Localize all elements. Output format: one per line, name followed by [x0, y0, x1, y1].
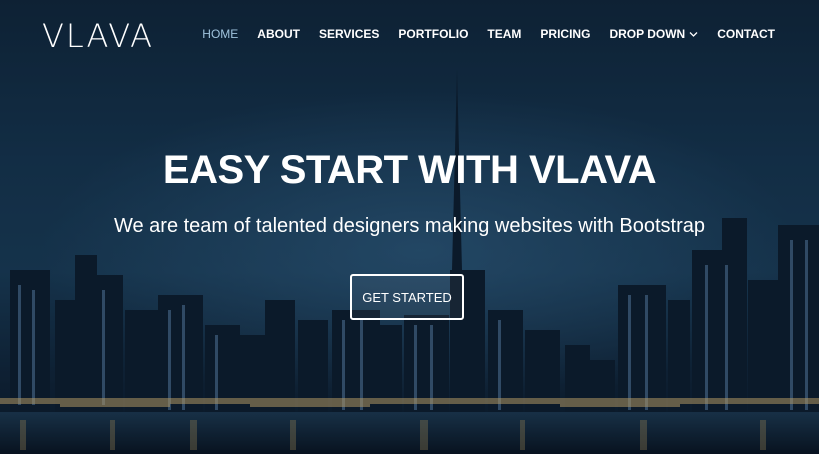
nav-contact[interactable]: CONTACT — [717, 27, 775, 41]
site-logo[interactable]: VLAVA — [42, 17, 154, 55]
get-started-button[interactable]: GET STARTED — [350, 274, 464, 320]
chevron-down-icon — [689, 32, 698, 37]
site-header: VLAVA HOME ABOUT SERVICES PORTFOLIO TEAM… — [0, 0, 819, 70]
nav-team[interactable]: TEAM — [487, 27, 521, 41]
nav-about[interactable]: ABOUT — [257, 27, 300, 41]
nav-dropdown[interactable]: DROP DOWN — [609, 27, 698, 41]
hero-title: EASY START WITH VLAVA — [162, 148, 657, 192]
nav-dropdown-label: DROP DOWN — [609, 27, 686, 41]
nav-portfolio[interactable]: PORTFOLIO — [398, 27, 468, 41]
nav-home[interactable]: HOME — [202, 27, 238, 41]
hero-subtitle: We are team of talented designers making… — [113, 215, 706, 237]
nav-pricing[interactable]: PRICING — [540, 27, 590, 41]
main-nav: HOME ABOUT SERVICES PORTFOLIO TEAM PRICI… — [202, 27, 775, 41]
nav-services[interactable]: SERVICES — [319, 27, 379, 41]
